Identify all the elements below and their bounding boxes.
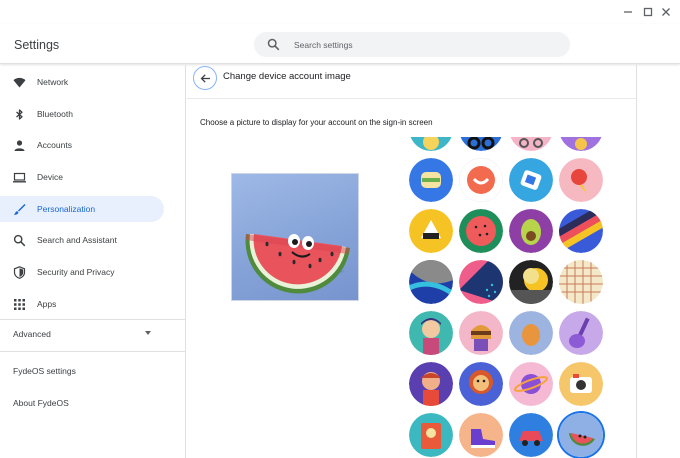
avatar-option[interactable]: [409, 311, 453, 355]
main-panel: Change device account image Choose a pic…: [187, 65, 637, 458]
avatar-option[interactable]: [459, 413, 503, 457]
avatar-option[interactable]: [409, 158, 453, 202]
sidebar-item-label: Apps: [37, 299, 57, 309]
arrow-back-icon: [200, 73, 210, 83]
avatar-option[interactable]: [509, 209, 553, 253]
avatar-option[interactable]: [509, 137, 553, 151]
avatar-option[interactable]: [409, 362, 453, 406]
avatar-option[interactable]: [409, 209, 453, 253]
instruction-text: Choose a picture to display for your acc…: [200, 118, 433, 127]
title-divider: [187, 98, 636, 99]
avatar-option[interactable]: [559, 209, 603, 253]
sidebar-item-label: Network: [37, 77, 69, 87]
avatar-option[interactable]: [459, 260, 503, 304]
sidebar-item-search-and-assistant[interactable]: Search and Assistant: [0, 227, 164, 253]
avatar-option[interactable]: [459, 137, 503, 151]
sidebar-item-label: Device: [37, 172, 63, 182]
watermelon-image: [245, 234, 350, 294]
avatar-option[interactable]: [509, 413, 553, 457]
back-button[interactable]: [193, 66, 217, 90]
avatar-option[interactable]: [409, 137, 453, 151]
person-icon: [13, 139, 26, 152]
avatar-option[interactable]: [509, 158, 553, 202]
avatar-option[interactable]: [459, 311, 503, 355]
avatar-option[interactable]: [559, 260, 603, 304]
avatar-option[interactable]: [559, 362, 603, 406]
brush-icon: [13, 203, 26, 216]
sidebar-item-network[interactable]: Network: [0, 69, 164, 95]
settings-header: Settings: [0, 24, 680, 64]
sidebar-divider: [0, 351, 186, 352]
sidebar-item-label: Security and Privacy: [37, 267, 115, 277]
bluetooth-icon: [13, 108, 26, 121]
sidebar-item-apps[interactable]: Apps: [0, 291, 164, 317]
chevron-down-icon: [145, 331, 151, 335]
wifi-icon: [13, 76, 26, 89]
sidebar-item-label: Accounts: [37, 140, 72, 150]
sidebar-divider: [0, 319, 186, 320]
sidebar-item-label: Bluetooth: [37, 109, 73, 119]
sidebar: Network Bluetooth Accounts Device Person…: [0, 65, 186, 458]
avatar-option[interactable]: [559, 137, 603, 151]
avatar-option[interactable]: [509, 260, 553, 304]
shield-icon: [13, 265, 26, 279]
avatar-option[interactable]: [509, 362, 553, 406]
advanced-toggle[interactable]: Advanced: [0, 321, 164, 345]
sidebar-item-label: Personalization: [37, 204, 96, 214]
close-icon[interactable]: [658, 4, 674, 20]
search-box[interactable]: [254, 32, 570, 57]
sidebar-item-bluetooth[interactable]: Bluetooth: [0, 101, 164, 127]
avatar-grid: [409, 137, 609, 458]
avatar-option-selected[interactable]: [559, 413, 603, 457]
app-title: Settings: [14, 38, 60, 52]
laptop-icon: [13, 171, 26, 184]
avatar-option[interactable]: [409, 413, 453, 457]
avatar-option[interactable]: [559, 158, 603, 202]
sidebar-item-label: Search and Assistant: [37, 235, 117, 245]
avatar-option[interactable]: [559, 311, 603, 355]
advanced-label: Advanced: [13, 329, 51, 339]
window-title-bar: [0, 0, 680, 24]
search-icon: [267, 38, 280, 51]
fydeos-settings-link[interactable]: FydeOS settings: [13, 366, 76, 376]
page-title: Change device account image: [223, 71, 351, 82]
about-fydeos-link[interactable]: About FydeOS: [13, 398, 69, 408]
sidebar-item-accounts[interactable]: Accounts: [0, 132, 164, 158]
sidebar-item-security-and-privacy[interactable]: Security and Privacy: [0, 259, 164, 285]
avatar-option[interactable]: [459, 362, 503, 406]
avatar-option[interactable]: [409, 260, 453, 304]
minimize-icon[interactable]: [620, 4, 636, 20]
apps-grid-icon: [13, 298, 26, 311]
avatar-option[interactable]: [459, 209, 503, 253]
avatar-option[interactable]: [459, 158, 503, 202]
search-icon: [13, 234, 26, 247]
search-input[interactable]: [294, 32, 554, 57]
sidebar-item-personalization[interactable]: Personalization: [0, 196, 164, 222]
avatar-option[interactable]: [509, 311, 553, 355]
maximize-icon[interactable]: [640, 4, 656, 20]
selected-image-preview: [231, 173, 359, 301]
sidebar-item-device[interactable]: Device: [0, 164, 164, 190]
